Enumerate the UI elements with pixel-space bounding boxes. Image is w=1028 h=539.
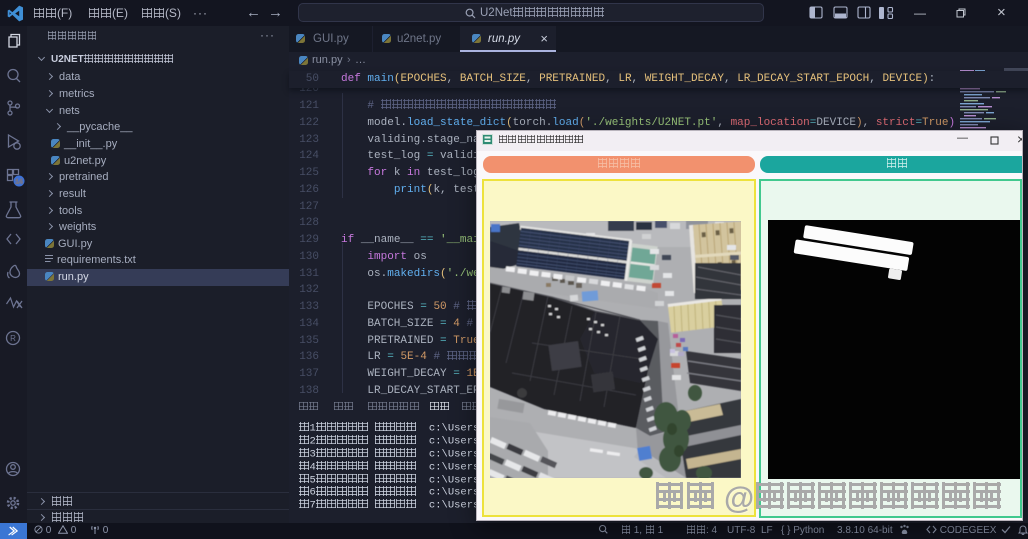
svg-text:R: R bbox=[10, 334, 16, 343]
svg-text:14: 14 bbox=[15, 179, 23, 186]
